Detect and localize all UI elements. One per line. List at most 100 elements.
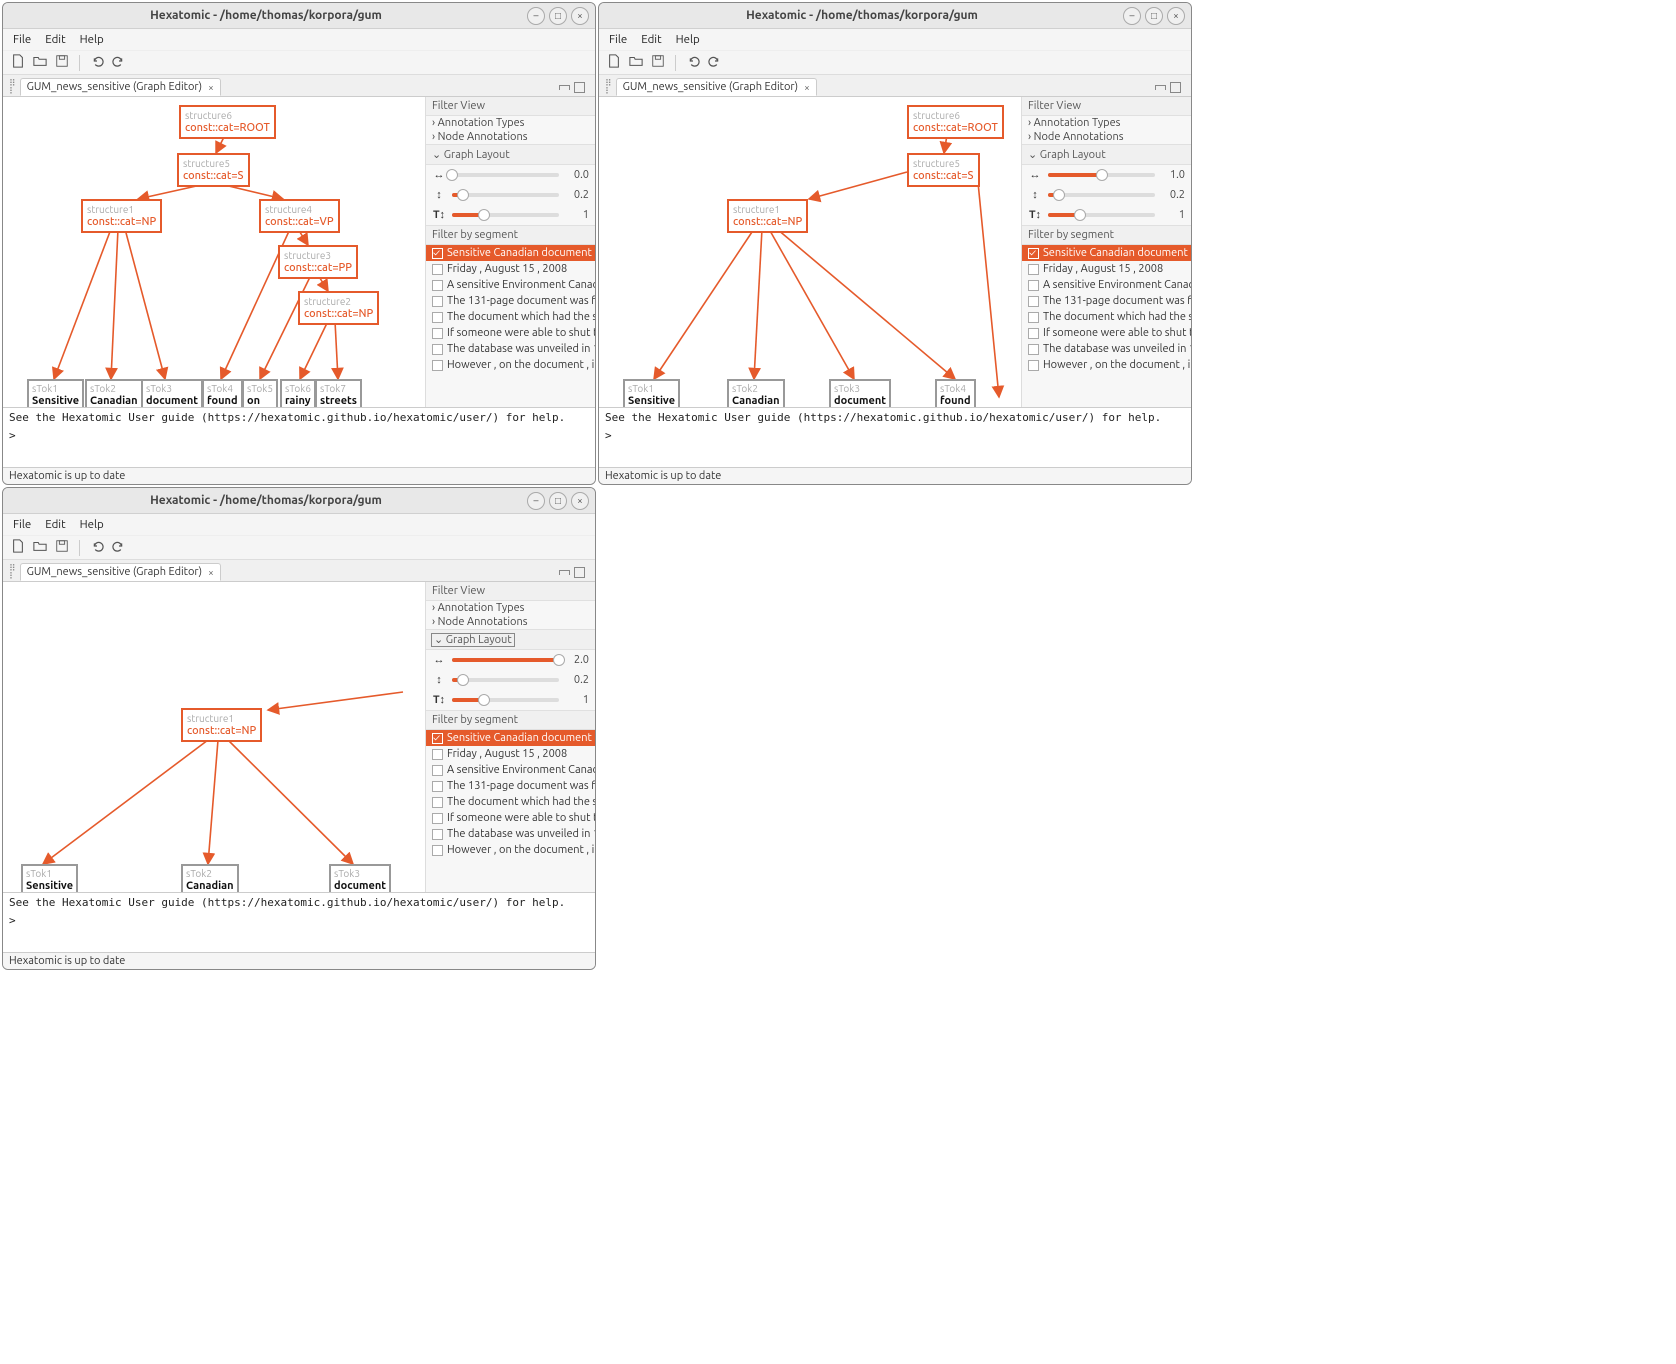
- tab-handle-icon[interactable]: ⠿⠇: [9, 79, 16, 95]
- node-structure5[interactable]: structure5const::cat=S: [177, 153, 250, 187]
- segment-item[interactable]: A sensitive Environment Canada: [1022, 277, 1191, 293]
- open-icon[interactable]: [629, 54, 643, 71]
- menu-edit[interactable]: Edit: [45, 33, 65, 46]
- menu-edit[interactable]: Edit: [45, 518, 65, 531]
- node-structure2[interactable]: structure2const::cat=NP: [298, 291, 379, 325]
- close-button[interactable]: ×: [1167, 7, 1185, 25]
- maximize-view-icon[interactable]: [1170, 82, 1181, 93]
- graph-canvas[interactable]: structure1const::cat=NP sTok1Sensitive s…: [3, 582, 425, 892]
- token-2[interactable]: sTok2Canadian: [727, 379, 785, 407]
- new-icon[interactable]: [11, 539, 25, 556]
- node-structure6[interactable]: structure6const::cat=ROOT: [179, 105, 276, 139]
- tab-graph-editor[interactable]: GUM_news_sensitive (Graph Editor) ×: [616, 78, 817, 96]
- node-annotations-row[interactable]: › Node Annotations: [1022, 130, 1191, 144]
- segment-item[interactable]: The 131-page document was fou: [1022, 293, 1191, 309]
- segment-item[interactable]: The database was unveiled in 19: [426, 341, 595, 357]
- open-icon[interactable]: [33, 539, 47, 556]
- minimize-view-icon[interactable]: [1155, 85, 1166, 90]
- redo-icon[interactable]: [112, 539, 126, 556]
- maximize-view-icon[interactable]: [574, 567, 585, 578]
- redo-icon[interactable]: [708, 54, 722, 71]
- menu-file[interactable]: File: [609, 33, 627, 46]
- node-annotations-row[interactable]: › Node Annotations: [426, 615, 595, 629]
- save-icon[interactable]: [55, 54, 69, 71]
- new-icon[interactable]: [607, 54, 621, 71]
- segment-item[interactable]: Friday , August 15 , 2008: [426, 261, 595, 277]
- menu-help[interactable]: Help: [80, 518, 104, 531]
- menu-file[interactable]: File: [13, 518, 31, 531]
- segment-item[interactable]: The document which had the sta: [426, 794, 595, 810]
- tab-close-icon[interactable]: ×: [208, 82, 214, 93]
- maximize-button[interactable]: □: [549, 7, 567, 25]
- console[interactable]: See the Hexatomic User guide (https://he…: [599, 407, 1191, 467]
- graph-canvas[interactable]: structure6const::cat=ROOT structure5cons…: [599, 97, 1021, 407]
- graph-layout-row[interactable]: ⌄ Graph Layout: [426, 629, 595, 650]
- tab-handle-icon[interactable]: ⠿⠇: [605, 79, 612, 95]
- token-4[interactable]: sTok4found: [202, 379, 243, 407]
- segment-item[interactable]: The 131-page document was fou: [426, 293, 595, 309]
- slider-text[interactable]: T↕ 1: [426, 205, 595, 225]
- segment-item[interactable]: If someone were able to shut th: [1022, 325, 1191, 341]
- node-structure6[interactable]: structure6const::cat=ROOT: [907, 105, 1004, 139]
- segment-item[interactable]: Friday , August 15 , 2008: [426, 746, 595, 762]
- node-annotations-row[interactable]: › Node Annotations: [426, 130, 595, 144]
- close-button[interactable]: ×: [571, 492, 589, 510]
- close-button[interactable]: ×: [571, 7, 589, 25]
- tab-close-icon[interactable]: ×: [804, 82, 810, 93]
- segment-item[interactable]: The 131-page document was fou: [426, 778, 595, 794]
- token-7[interactable]: sTok7streets: [315, 379, 362, 407]
- node-structure1[interactable]: structure1const::cat=NP: [81, 199, 162, 233]
- segment-item[interactable]: The database was unveiled in 19: [426, 826, 595, 842]
- annotation-types-row[interactable]: › Annotation Types: [426, 116, 595, 130]
- minimize-view-icon[interactable]: [559, 570, 570, 575]
- segment-item[interactable]: Friday , August 15 , 2008: [1022, 261, 1191, 277]
- token-4[interactable]: sTok4found: [935, 379, 976, 407]
- maximize-view-icon[interactable]: [574, 82, 585, 93]
- token-1[interactable]: sTok1Sensitive: [21, 864, 78, 892]
- tab-graph-editor[interactable]: GUM_news_sensitive (Graph Editor) ×: [20, 563, 221, 581]
- undo-icon[interactable]: [90, 54, 104, 71]
- segment-item[interactable]: Sensitive Canadian document fo: [426, 730, 595, 746]
- minimize-button[interactable]: –: [1123, 7, 1141, 25]
- annotation-types-row[interactable]: › Annotation Types: [1022, 116, 1191, 130]
- node-structure5[interactable]: structure5const::cat=S: [907, 153, 980, 187]
- save-icon[interactable]: [651, 54, 665, 71]
- slider-vertical[interactable]: ↕ 0.2: [426, 185, 595, 205]
- redo-icon[interactable]: [112, 54, 126, 71]
- minimize-button[interactable]: –: [527, 7, 545, 25]
- segment-item[interactable]: If someone were able to shut th: [426, 325, 595, 341]
- token-2[interactable]: sTok2Canadian: [85, 379, 143, 407]
- maximize-button[interactable]: □: [549, 492, 567, 510]
- token-3[interactable]: sTok3document: [329, 864, 391, 892]
- node-structure4[interactable]: structure4const::cat=VP: [259, 199, 340, 233]
- minimize-button[interactable]: –: [527, 492, 545, 510]
- slider-horizontal[interactable]: ↔ 2.0: [426, 650, 595, 670]
- console[interactable]: See the Hexatomic User guide (https://he…: [3, 892, 595, 952]
- minimize-view-icon[interactable]: [559, 85, 570, 90]
- menu-help[interactable]: Help: [80, 33, 104, 46]
- segment-item[interactable]: However , on the document , it r: [426, 357, 595, 373]
- open-icon[interactable]: [33, 54, 47, 71]
- slider-horizontal[interactable]: ↔ 1.0: [1022, 165, 1191, 185]
- segment-item[interactable]: The database was unveiled in 19: [1022, 341, 1191, 357]
- segment-item[interactable]: However , on the document , it r: [426, 842, 595, 858]
- save-icon[interactable]: [55, 539, 69, 556]
- tab-handle-icon[interactable]: ⠿⠇: [9, 564, 16, 580]
- token-6[interactable]: sTok6rainy: [280, 379, 316, 407]
- maximize-button[interactable]: □: [1145, 7, 1163, 25]
- menu-edit[interactable]: Edit: [641, 33, 661, 46]
- token-2[interactable]: sTok2Canadian: [181, 864, 239, 892]
- tab-close-icon[interactable]: ×: [208, 567, 214, 578]
- slider-text[interactable]: T↕ 1: [426, 690, 595, 710]
- segment-item[interactable]: The document which had the sta: [426, 309, 595, 325]
- slider-vertical[interactable]: ↕ 0.2: [1022, 185, 1191, 205]
- segment-item[interactable]: A sensitive Environment Canada: [426, 762, 595, 778]
- segment-item[interactable]: If someone were able to shut th: [426, 810, 595, 826]
- annotation-types-row[interactable]: › Annotation Types: [426, 601, 595, 615]
- node-structure1[interactable]: structure1const::cat=NP: [727, 199, 808, 233]
- console[interactable]: See the Hexatomic User guide (https://he…: [3, 407, 595, 467]
- slider-text[interactable]: T↕ 1: [1022, 205, 1191, 225]
- segment-item[interactable]: However , on the document , it r: [1022, 357, 1191, 373]
- undo-icon[interactable]: [90, 539, 104, 556]
- slider-horizontal[interactable]: ↔ 0.0: [426, 165, 595, 185]
